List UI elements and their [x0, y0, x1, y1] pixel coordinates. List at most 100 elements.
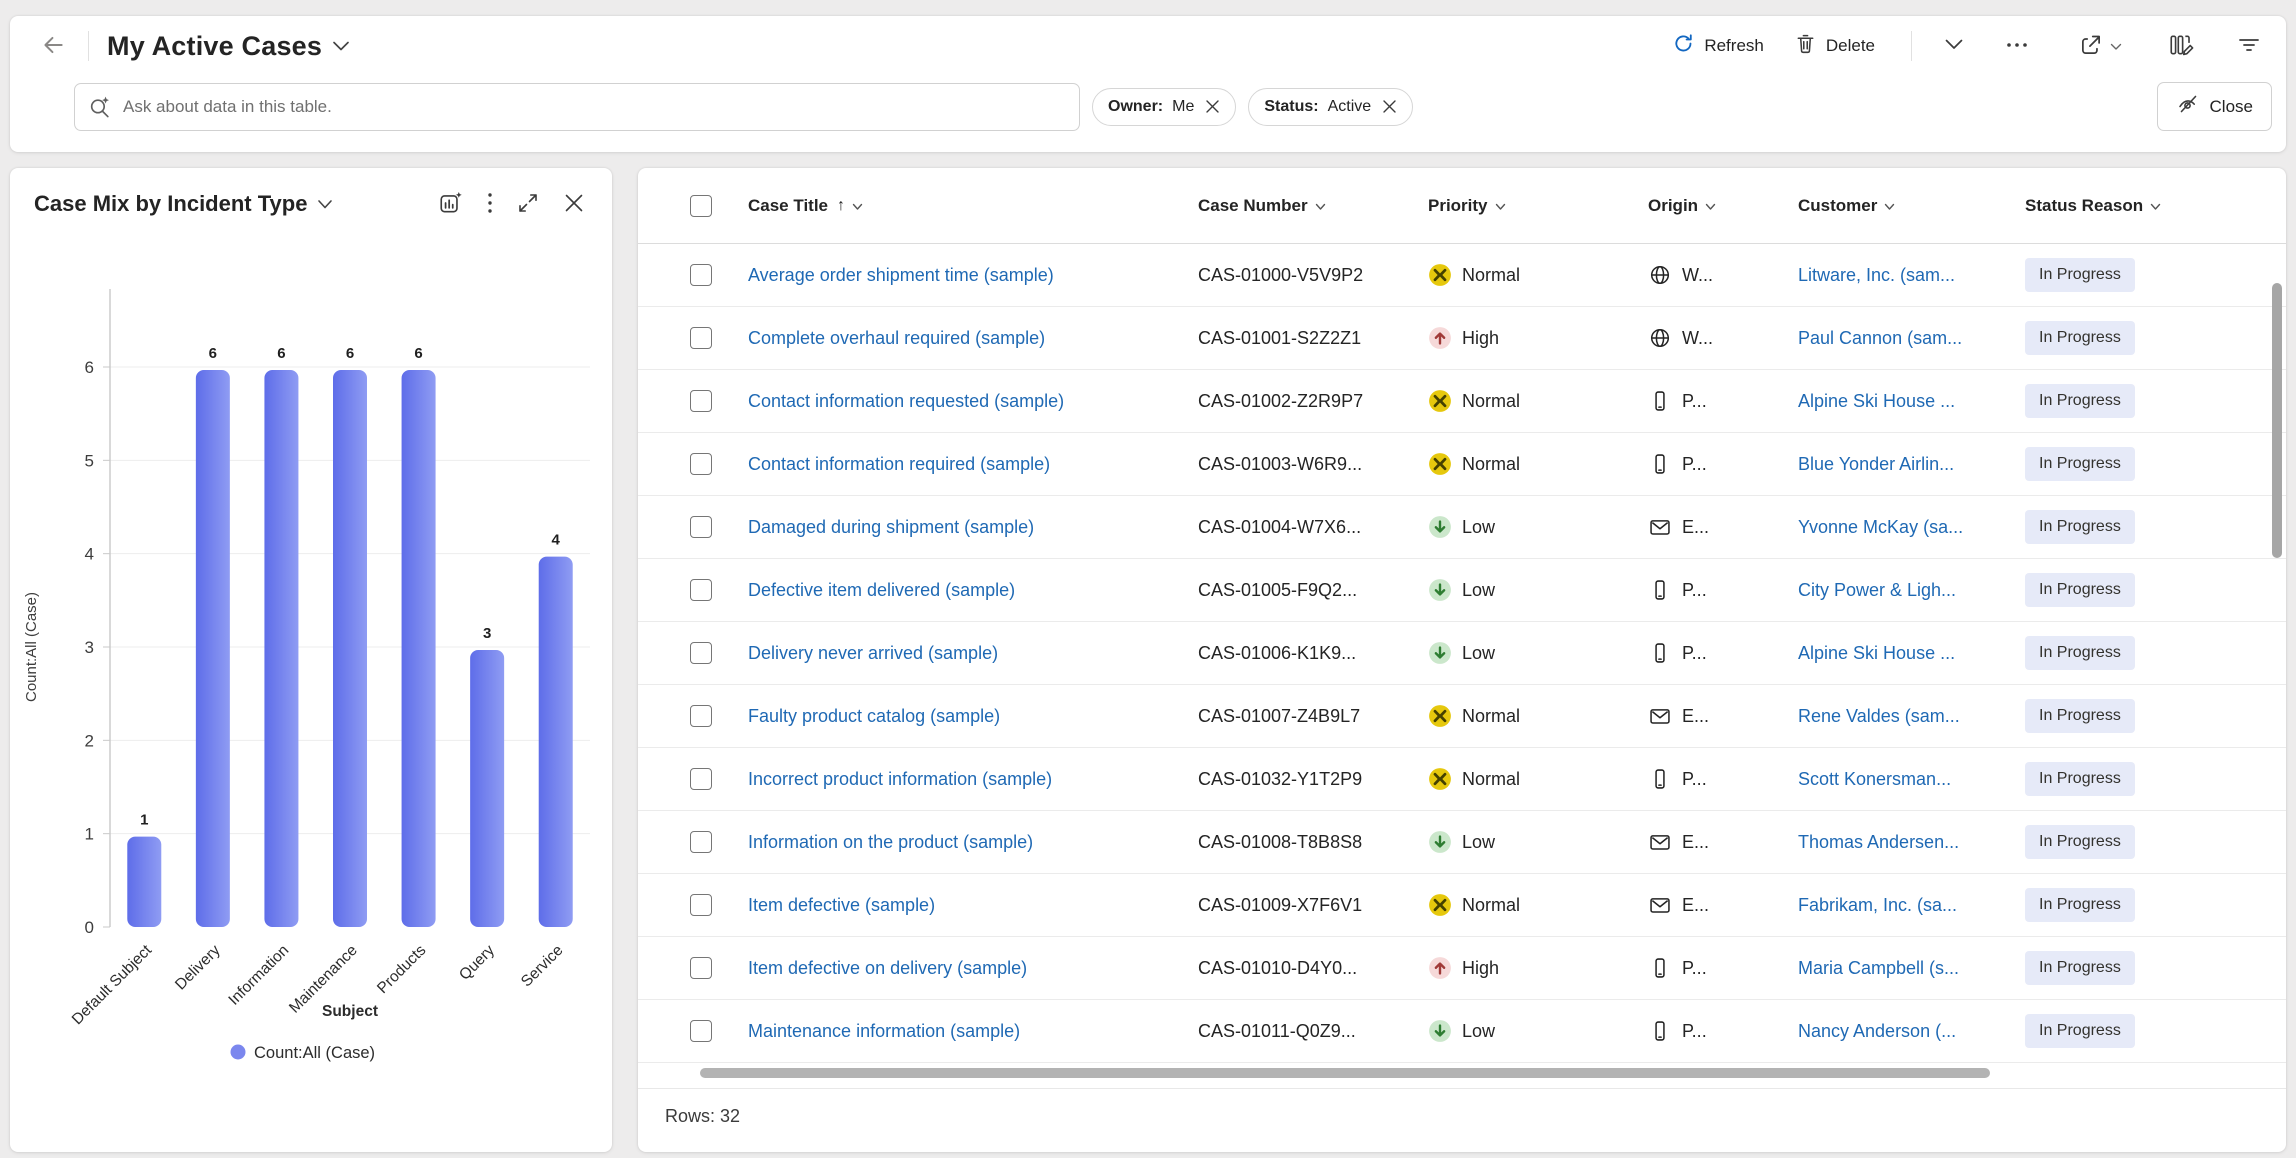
- chart-close-button[interactable]: [558, 187, 590, 222]
- table-row: Delivery never arrived (sample)CAS-01006…: [638, 622, 2286, 685]
- close-search-button[interactable]: Close: [2157, 82, 2272, 131]
- case-title-link[interactable]: Average order shipment time (sample): [748, 265, 1054, 286]
- svg-text:3: 3: [85, 638, 94, 657]
- origin-label: W...: [1682, 265, 1713, 286]
- chip-close-icon[interactable]: [1205, 99, 1220, 114]
- filter-button[interactable]: [2230, 27, 2268, 66]
- row-checkbox[interactable]: [690, 642, 712, 664]
- case-title-link[interactable]: Item defective (sample): [748, 895, 935, 916]
- row-checkbox[interactable]: [690, 705, 712, 727]
- status-badge: In Progress: [2025, 825, 2135, 859]
- row-checkbox[interactable]: [690, 390, 712, 412]
- priority-label: Low: [1462, 832, 1495, 853]
- customer-link[interactable]: Litware, Inc. (sam...: [1798, 265, 1955, 286]
- case-title-link[interactable]: Information on the product (sample): [748, 832, 1033, 853]
- phone-icon: [1648, 1019, 1672, 1043]
- kebab-icon: [486, 190, 494, 219]
- row-checkbox[interactable]: [690, 579, 712, 601]
- customer-link[interactable]: Yvonne McKay (sa...: [1798, 517, 1963, 538]
- chart-sparkle-icon: [438, 190, 464, 219]
- column-header-case-number[interactable]: Case Number: [1198, 196, 1428, 216]
- overflow-menu-button[interactable]: [1998, 27, 2036, 66]
- table-row: Complete overhaul required (sample)CAS-0…: [638, 307, 2286, 370]
- row-checkbox[interactable]: [690, 768, 712, 790]
- column-header-customer[interactable]: Customer: [1798, 196, 2025, 216]
- table-row: Information on the product (sample)CAS-0…: [638, 811, 2286, 874]
- priority-normal-icon: [1428, 767, 1452, 791]
- customer-link[interactable]: Rene Valdes (sam...: [1798, 706, 1960, 727]
- customer-link[interactable]: Thomas Andersen...: [1798, 832, 1959, 853]
- row-checkbox[interactable]: [690, 957, 712, 979]
- customer-link[interactable]: Maria Campbell (s...: [1798, 958, 1959, 979]
- case-title-link[interactable]: Delivery never arrived (sample): [748, 643, 998, 664]
- priority-label: Normal: [1462, 706, 1520, 727]
- customer-link[interactable]: Nancy Anderson (...: [1798, 1021, 1956, 1042]
- edit-columns-button[interactable]: [2162, 26, 2200, 67]
- case-title-link[interactable]: Item defective on delivery (sample): [748, 958, 1027, 979]
- chart-selector-chevron-icon[interactable]: [317, 199, 333, 210]
- column-header-priority[interactable]: Priority: [1428, 196, 1648, 216]
- delete-button[interactable]: Delete: [1784, 26, 1885, 66]
- case-title-link[interactable]: Maintenance information (sample): [748, 1021, 1020, 1042]
- chevron-down-icon: [1315, 196, 1326, 216]
- refresh-button[interactable]: Refresh: [1662, 26, 1774, 66]
- chart-more-button[interactable]: [482, 186, 498, 223]
- select-all-checkbox[interactable]: [690, 195, 712, 217]
- chart-expand-button[interactable]: [512, 187, 544, 222]
- delete-label: Delete: [1826, 36, 1875, 56]
- chevron-down-icon: [1705, 196, 1716, 216]
- customer-link[interactable]: Alpine Ski House ...: [1798, 643, 1955, 664]
- status-badge: In Progress: [2025, 636, 2135, 670]
- customer-link[interactable]: Fabrikam, Inc. (sa...: [1798, 895, 1957, 916]
- email-icon: [1648, 515, 1672, 539]
- share-button[interactable]: [2072, 26, 2128, 67]
- row-checkbox[interactable]: [690, 1020, 712, 1042]
- svg-text:1: 1: [140, 812, 148, 829]
- column-header-origin[interactable]: Origin: [1648, 196, 1798, 216]
- divider: [1911, 31, 1912, 61]
- back-button[interactable]: [34, 26, 72, 67]
- chip-close-icon[interactable]: [1382, 99, 1397, 114]
- row-checkbox[interactable]: [690, 327, 712, 349]
- row-checkbox[interactable]: [690, 264, 712, 286]
- email-icon: [1648, 704, 1672, 728]
- customer-link[interactable]: Blue Yonder Airlin...: [1798, 454, 1954, 475]
- customer-link[interactable]: Scott Konersman...: [1798, 769, 1951, 790]
- status-badge: In Progress: [2025, 384, 2135, 418]
- status-badge: In Progress: [2025, 1014, 2135, 1048]
- row-checkbox[interactable]: [690, 516, 712, 538]
- origin-label: E...: [1682, 832, 1709, 853]
- more-commands-chevron-button[interactable]: [1938, 32, 1970, 60]
- svg-text:6: 6: [346, 345, 354, 362]
- priority-low-icon: [1428, 578, 1452, 602]
- case-title-link[interactable]: Defective item delivered (sample): [748, 580, 1015, 601]
- ai-search-input[interactable]: [74, 83, 1080, 131]
- row-checkbox[interactable]: [690, 831, 712, 853]
- filter-chip-status[interactable]: Status: Active: [1248, 88, 1413, 126]
- filter-chip-owner[interactable]: Owner: Me: [1092, 88, 1236, 126]
- case-title-link[interactable]: Contact information requested (sample): [748, 391, 1064, 412]
- vertical-scrollbar-thumb[interactable]: [2272, 283, 2282, 558]
- chevron-down-icon: [1944, 38, 1964, 54]
- view-selector-chevron-icon[interactable]: [332, 40, 350, 52]
- customer-link[interactable]: City Power & Ligh...: [1798, 580, 1956, 601]
- row-checkbox[interactable]: [690, 453, 712, 475]
- row-checkbox[interactable]: [690, 894, 712, 916]
- horizontal-scrollbar-thumb[interactable]: [700, 1068, 1990, 1078]
- case-title-link[interactable]: Damaged during shipment (sample): [748, 517, 1034, 538]
- column-header-status-reason[interactable]: Status Reason: [2025, 196, 2286, 216]
- customer-link[interactable]: Paul Cannon (sam...: [1798, 328, 1962, 349]
- case-number: CAS-01007-Z4B9L7: [1198, 706, 1428, 727]
- case-title-link[interactable]: Faulty product catalog (sample): [748, 706, 1000, 727]
- origin-label: P...: [1682, 454, 1707, 475]
- case-title-link[interactable]: Complete overhaul required (sample): [748, 328, 1045, 349]
- column-header-case-title[interactable]: Case Title ↑: [748, 196, 1198, 216]
- customer-link[interactable]: Alpine Ski House ...: [1798, 391, 1955, 412]
- chart-copilot-button[interactable]: [434, 186, 468, 223]
- close-icon: [562, 191, 586, 218]
- column-label: Status Reason: [2025, 196, 2143, 216]
- svg-text:4: 4: [552, 532, 561, 549]
- email-icon: [1648, 830, 1672, 854]
- case-title-link[interactable]: Contact information required (sample): [748, 454, 1050, 475]
- case-title-link[interactable]: Incorrect product information (sample): [748, 769, 1052, 790]
